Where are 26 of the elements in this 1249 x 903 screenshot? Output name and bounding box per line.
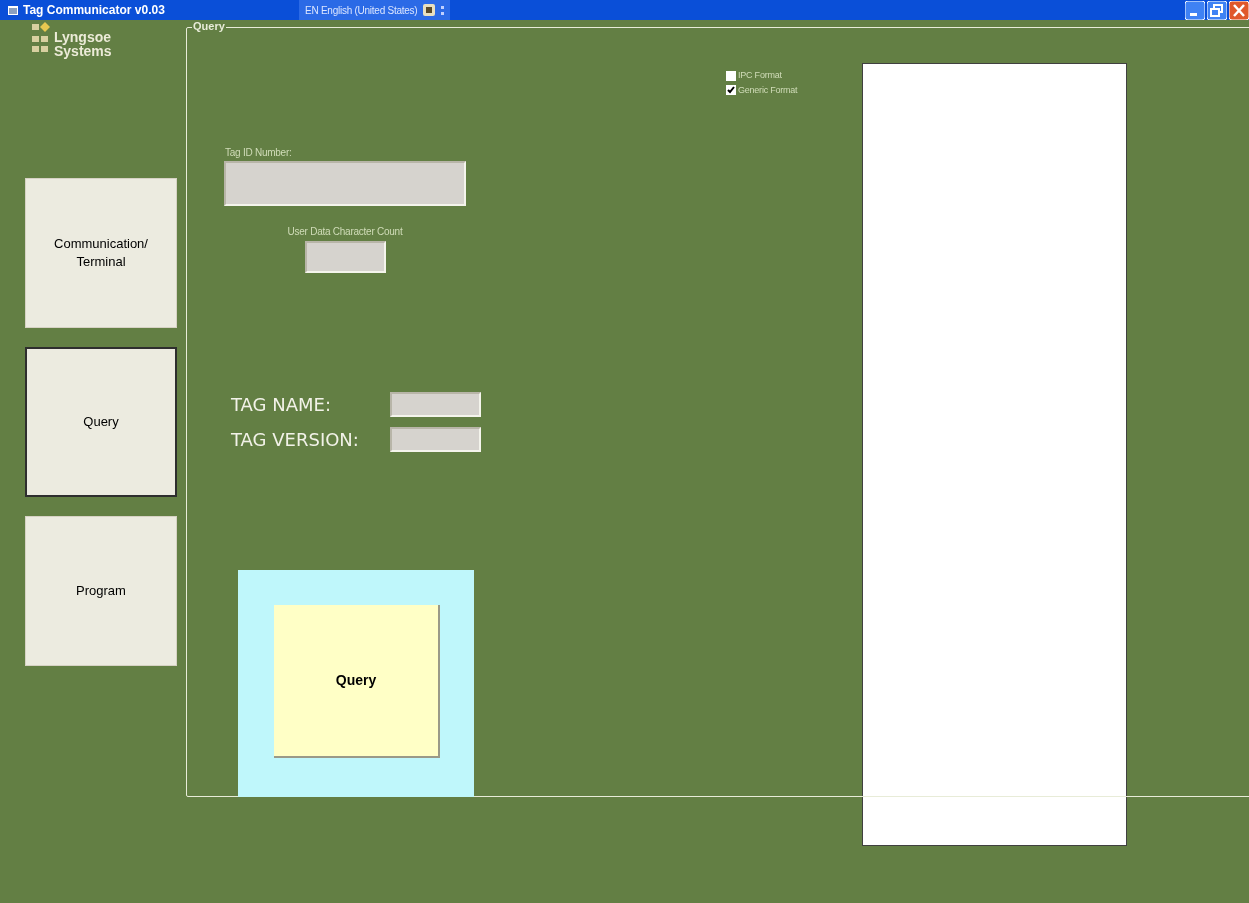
group-title: Query: [192, 20, 226, 33]
field-label: User Data Character Count: [287, 225, 403, 239]
input-field[interactable]: [390, 392, 481, 417]
checkbox[interactable]: [726, 70, 736, 81]
logo-text: Systems: [54, 44, 112, 58]
input-field[interactable]: [304, 241, 386, 273]
app-icon: [8, 5, 18, 15]
checkbox[interactable]: [726, 85, 736, 96]
checkbox-label: IPC Format: [738, 69, 782, 82]
field-label: Tag ID Number:: [225, 146, 293, 160]
nav-button[interactable]: Query: [25, 347, 177, 497]
close-icon[interactable]: [1229, 0, 1249, 20]
nav-button[interactable]: Program: [25, 516, 177, 666]
input-field[interactable]: [390, 427, 481, 452]
nav-button[interactable]: Communication/ Terminal: [25, 178, 177, 328]
window-title: Tag Communicator v0.03: [23, 2, 166, 19]
tag-label: TAG VERSION:: [231, 428, 360, 451]
logo-text: Lyngsoe: [54, 30, 112, 44]
input-field[interactable]: [224, 161, 466, 206]
tag-label: TAG NAME:: [231, 393, 332, 416]
help-icon[interactable]: [423, 4, 436, 16]
options-icon[interactable]: [441, 4, 445, 16]
restore-icon[interactable]: [1207, 0, 1227, 20]
checkbox-label: Generic Format: [738, 83, 798, 97]
minimize-icon[interactable]: [1185, 0, 1205, 20]
query-button[interactable]: Query: [274, 605, 440, 758]
